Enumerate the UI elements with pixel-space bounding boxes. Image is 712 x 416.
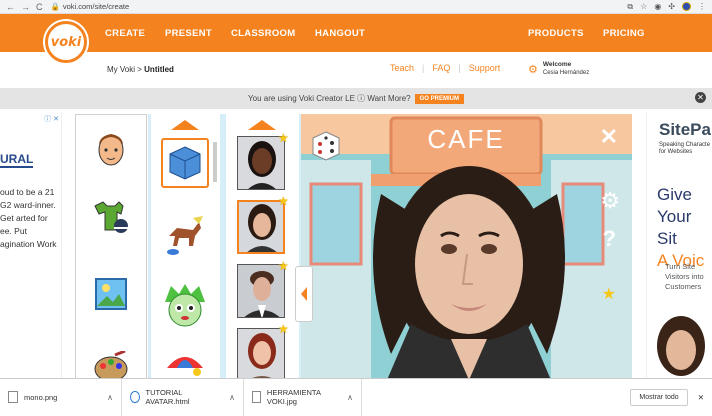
character-thumb-2-selected[interactable]: [237, 200, 285, 254]
nav-present[interactable]: PRESENT: [165, 28, 231, 39]
scroll-up-arrow-icon[interactable]: [248, 120, 276, 130]
chevron-left-icon: [301, 287, 307, 301]
show-all-button[interactable]: Mostrar todo: [630, 388, 688, 406]
download-item[interactable]: HERRAMIENTA VOKI.jpg ∧: [244, 378, 362, 416]
go-premium-button[interactable]: GO PREMIUM: [414, 93, 464, 104]
premium-star-icon: ★: [601, 286, 616, 303]
left-advertisement[interactable]: ⓘ ✕ URAL oud to be a 21 G2 ward-inner. G…: [0, 112, 62, 380]
voki-logo[interactable]: voki: [45, 21, 87, 63]
premium-banner: You are using Voki Creator LE ⓘ Want Mor…: [0, 88, 712, 109]
link-support[interactable]: Support: [469, 63, 501, 73]
downloads-bar: mono.png ∧ TUTORIAL AVATAR.html ∧ HERRAM…: [0, 378, 712, 416]
settings-gear-icon[interactable]: ⚙: [600, 188, 620, 214]
nav-right: PRODUCTS PRICING: [528, 14, 645, 52]
file-icon: [8, 391, 18, 403]
nav-classroom[interactable]: CLASSROOM: [231, 28, 315, 39]
avatar-stage[interactable]: CAFE ✕ ⚙ ? ★: [301, 114, 632, 380]
cafe-sign: CAFE: [427, 124, 505, 154]
nav-products[interactable]: PRODUCTS: [528, 28, 603, 39]
ad-heading: URAL: [0, 152, 34, 168]
help-links: Teach | FAQ | Support: [390, 63, 500, 73]
bookmark-star-icon[interactable]: ☆: [640, 2, 647, 11]
nav-left: CREATE PRESENT CLASSROOM HANGOUT: [105, 14, 375, 52]
download-item[interactable]: TUTORIAL AVATAR.html ∧: [122, 378, 244, 416]
character-head-icon[interactable]: [88, 127, 134, 173]
right-advertisement[interactable]: SitePa Speaking Characte for Websites Gi…: [646, 112, 712, 380]
address-bar[interactable]: 🔒 voki.com/site/create: [51, 2, 130, 11]
download-name: TUTORIAL AVATAR.html: [145, 388, 190, 406]
chevron-up-icon[interactable]: ∧: [107, 393, 113, 402]
file-icon: [252, 391, 261, 403]
link-teach[interactable]: Teach: [390, 63, 414, 73]
settings-gear-icon[interactable]: ⚙: [528, 63, 538, 76]
downloads-actions: Mostrar todo ✕: [630, 388, 712, 406]
breadcrumb-sep: >: [137, 65, 142, 74]
profile-avatar[interactable]: [682, 2, 691, 11]
link-faq[interactable]: FAQ: [432, 63, 450, 73]
voki-editor: ★ ★ ★ ★ CAFE ✕ ⚙ ? ★: [75, 114, 632, 380]
forward-icon[interactable]: →: [21, 2, 30, 12]
scrollbar[interactable]: [213, 142, 217, 182]
help-icon[interactable]: ?: [603, 226, 616, 252]
animals-icon[interactable]: [163, 214, 207, 263]
ad-headline: Give Your Sit A Voic: [657, 184, 712, 272]
clothing-icon[interactable]: [88, 195, 134, 241]
chevron-up-icon[interactable]: ∧: [229, 393, 235, 402]
lock-icon: 🔒: [50, 2, 60, 11]
divider: |: [422, 63, 425, 73]
welcome-title: Welcome: [542, 61, 572, 68]
download-name: HERRAMIENTA VOKI.jpg: [266, 388, 321, 406]
premium-star-icon: ★: [278, 131, 289, 145]
welcome-area[interactable]: ⚙ Welcome Cesia Hernández: [528, 61, 589, 77]
ad-tagline: Speaking Characte for Websites: [659, 142, 711, 155]
ad-body: oud to be a 21 G2 ward-inner. Get arted …: [0, 187, 57, 249]
ad-line-1: Give: [657, 185, 692, 204]
cube-icon[interactable]: [161, 138, 209, 188]
background-image-icon[interactable]: [88, 271, 134, 317]
chevron-up-icon[interactable]: ∧: [347, 393, 353, 402]
subcategory-panel: [148, 114, 223, 380]
category-panel: [75, 114, 147, 380]
banner-close-icon[interactable]: ✕: [695, 92, 706, 103]
ad-line-2: Your Sit: [657, 207, 692, 248]
back-icon[interactable]: ←: [6, 2, 15, 12]
user-icon[interactable]: ◉: [654, 2, 661, 11]
reload-icon[interactable]: C: [36, 2, 43, 12]
download-item[interactable]: mono.png ∧: [0, 378, 122, 416]
breadcrumb-current: Untitled: [144, 65, 174, 74]
browser-toolbar: ← → C 🔒 voki.com/site/create ⧉ ☆ ◉ ✣ ⋮: [0, 0, 712, 14]
user-name: Cesia Hernández: [542, 70, 590, 76]
divider: |: [458, 63, 461, 73]
cartoon-face-icon[interactable]: [161, 282, 209, 335]
menu-icon[interactable]: ⋮: [698, 2, 706, 11]
palette-icon[interactable]: [88, 343, 134, 380]
premium-star-icon: ★: [278, 194, 289, 208]
nav-hangout[interactable]: HANGOUT: [315, 28, 375, 39]
ad-subtext: Turn Site Visitors into Customers: [665, 262, 704, 291]
breadcrumb-root[interactable]: My Voki: [107, 65, 135, 74]
ad-info-icon[interactable]: ⓘ ✕: [44, 114, 59, 124]
beach-umbrella-icon[interactable]: [165, 350, 205, 380]
download-name: mono.png: [24, 392, 58, 402]
close-downloads-icon[interactable]: ✕: [698, 393, 704, 402]
premium-star-icon: ★: [278, 259, 289, 273]
nav-create[interactable]: CREATE: [105, 28, 165, 39]
edge-file-icon: [130, 391, 140, 403]
scroll-up-arrow-icon[interactable]: [171, 120, 199, 130]
breadcrumb: My Voki > Untitled: [107, 65, 174, 74]
ad-photo: [657, 316, 705, 376]
randomize-dice-icon[interactable]: [311, 130, 341, 162]
nav-pricing[interactable]: PRICING: [603, 28, 645, 39]
close-icon[interactable]: ✕: [600, 124, 618, 150]
premium-star-icon: ★: [278, 322, 289, 336]
character-panel: ★ ★ ★ ★: [223, 114, 301, 380]
extensions-icon[interactable]: ✣: [668, 2, 675, 11]
url-text: voki.com/site/create: [62, 2, 130, 11]
collapse-panel-button[interactable]: [295, 266, 313, 322]
logo-text: voki: [50, 34, 82, 50]
ad-brand: SitePa: [659, 120, 711, 139]
banner-text: You are using Voki Creator LE ⓘ Want Mor…: [248, 94, 411, 103]
translate-icon[interactable]: ⧉: [627, 2, 633, 12]
